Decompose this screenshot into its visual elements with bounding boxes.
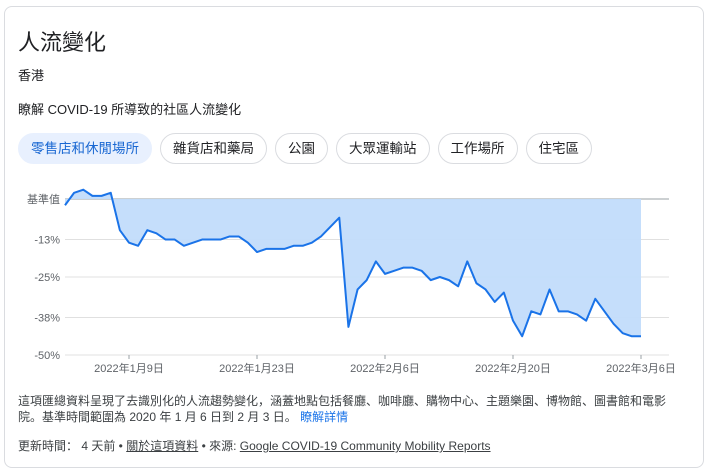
mobility-chart: 基準值 -13% -25% -38% -50% 2022年1月9日 2022年1月23日 20… [27,188,676,375]
update-prefix: 更新時間： 4 天前 • [18,439,127,453]
source-link[interactable]: Google COVID-19 Community Mobility Repor… [240,439,491,453]
y-tick-label: -25% [34,272,60,284]
x-tick-label: 2022年1月9日 [94,361,164,375]
x-tick-label: 2022年1月23日 [219,361,295,375]
source-prefix: • 來源: [198,439,240,453]
tab-parks[interactable]: 公園 [275,133,328,164]
tab-retail-recreation[interactable]: 零售店和休閒場所 [18,133,152,164]
tab-transit-stations[interactable]: 大眾運輸站 [336,133,430,164]
y-tick-label: -38% [34,313,60,325]
y-tick-label: 基準值 [27,192,60,206]
series-area [65,189,641,337]
y-tick-label: -50% [34,350,60,362]
tab-grocery-pharmacy[interactable]: 雜貨店和藥局 [160,133,267,164]
card-subtitle: 瞭解 COVID-19 所導致的社區人流變化 [18,102,242,117]
tab-workplaces[interactable]: 工作場所 [437,133,518,164]
about-data-link[interactable]: 關於這項資料 [126,439,198,453]
update-info: 更新時間： 4 天前 • 關於這項資料 • 來源: Google COVID-1… [18,437,491,454]
tab-residential[interactable]: 住宅區 [525,133,592,164]
region-label: 香港 [18,68,45,83]
category-tabs: 零售店和休閒場所 雜貨店和藥局 公園 大眾運輸站 工作場所 住宅區 [18,133,592,164]
learn-more-link[interactable]: 瞭解詳情 [300,410,348,424]
x-tick-label: 2022年3月6日 [606,361,676,375]
footnote: 這項匯總資料呈現了去識別化的人流趨勢變化，涵蓋地點包括餐廳、咖啡廳、購物中心、主… [18,393,683,425]
x-tick-label: 2022年2月6日 [350,361,420,375]
y-tick-label: -13% [34,235,60,247]
mobility-card: 人流變化 香港 瞭解 COVID-19 所導致的社區人流變化 零售店和休閒場所 … [4,6,704,468]
x-tick-label: 2022年2月20日 [475,361,551,375]
card-title: 人流變化 [18,30,107,55]
